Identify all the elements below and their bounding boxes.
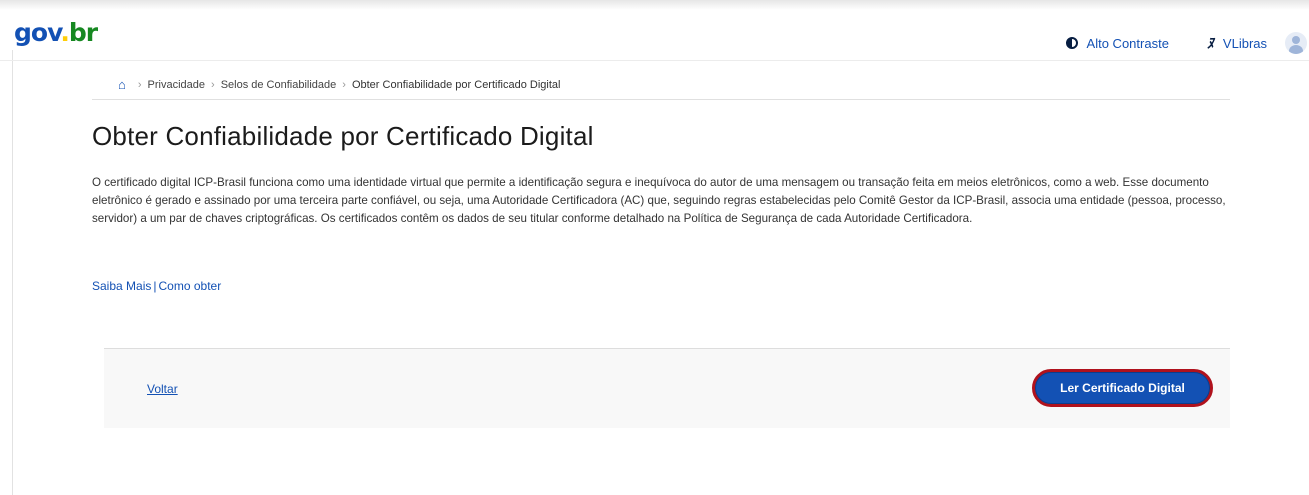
action-panel: Voltar Ler Certificado Digital	[104, 348, 1230, 428]
high-contrast-button[interactable]: Alto Contraste	[1065, 35, 1169, 51]
breadcrumb-separator-icon: ›	[137, 78, 142, 91]
back-link[interactable]: Voltar	[147, 382, 178, 396]
home-icon[interactable]: ⌂	[118, 77, 126, 92]
info-links: Saiba Mais | Como obter	[92, 279, 221, 293]
logo-part-br: br	[68, 18, 98, 47]
page-description: O certificado digital ICP-Brasil funcion…	[92, 176, 1226, 225]
govbr-logo[interactable]: gov.br	[14, 18, 98, 48]
left-divider	[12, 50, 13, 495]
libras-hands-icon: ﾇ	[1206, 35, 1214, 51]
vlibras-button[interactable]: ﾇ VLibras	[1207, 33, 1267, 53]
breadcrumb-separator-icon: ›	[342, 78, 346, 91]
read-certificate-button[interactable]: Ler Certificado Digital	[1032, 369, 1213, 407]
breadcrumb-item-selos[interactable]: Selos de Confiabilidade	[221, 79, 337, 91]
breadcrumb-item-privacidade[interactable]: Privacidade	[148, 79, 205, 91]
high-contrast-label: Alto Contraste	[1086, 35, 1169, 51]
vlibras-label: VLibras	[1222, 35, 1267, 51]
breadcrumb: ⌂ › Privacidade › Selos de Confiabilidad…	[118, 77, 560, 92]
header-actions: Alto Contraste ﾇ VLibras	[1065, 30, 1309, 56]
breadcrumb-separator-icon: ›	[211, 78, 215, 91]
header-divider	[0, 60, 1309, 61]
links-separator: |	[153, 279, 157, 293]
page: gov.br Alto Contraste ﾇ VLibras ⌂ › Priv…	[0, 0, 1309, 495]
breadcrumb-item-current: Obter Confiabilidade por Certificado Dig…	[351, 78, 561, 91]
top-shadow	[0, 0, 1309, 10]
saiba-mais-link[interactable]: Saiba Mais	[92, 279, 151, 293]
como-obter-link[interactable]: Como obter	[159, 279, 222, 293]
contrast-icon	[1065, 37, 1078, 49]
breadcrumb-divider	[92, 99, 1230, 100]
user-avatar-icon[interactable]	[1285, 32, 1307, 54]
logo-part-gov: gov	[14, 18, 61, 47]
logo-dot: .	[60, 18, 69, 47]
page-title: Obter Confiabilidade por Certificado Dig…	[92, 121, 594, 151]
